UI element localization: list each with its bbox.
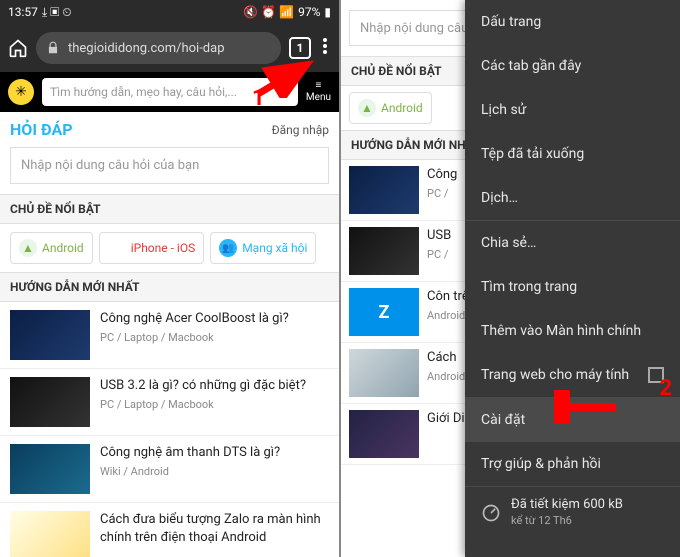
article-item[interactable]: Công nghệ âm thanh DTS là gì?Wiki / Andr… bbox=[0, 436, 339, 503]
site-logo[interactable]: ✳ bbox=[8, 79, 34, 105]
chip-iphone[interactable]: iPhone - iOS bbox=[99, 232, 205, 264]
chrome-overflow-menu: Dấu trang Các tab gần đây Lịch sử Tệp đã… bbox=[465, 0, 680, 557]
article-thumb bbox=[10, 310, 90, 360]
menu-help-feedback[interactable]: Trợ giúp & phản hồi bbox=[465, 442, 680, 486]
article-item[interactable]: Công nghệ Acer CoolBoost là gì?PC / Lapt… bbox=[0, 302, 339, 369]
page-header: HỎI ĐÁP Đăng nhập bbox=[0, 112, 339, 143]
phone-left: 13:57 ⤓ ▣ ⏲ 🔇 ⏰ 📶 97% ▮ thegioididong.co… bbox=[0, 0, 339, 557]
ask-question-input[interactable]: Nhập nội dung câu hỏi của bạn bbox=[10, 147, 329, 184]
page-title: HỎI ĐÁP bbox=[10, 120, 73, 139]
menu-downloads[interactable]: Tệp đã tải xuống bbox=[465, 132, 680, 176]
menu-translate[interactable]: Dịch… bbox=[465, 176, 680, 220]
menu-desktop-site[interactable]: Trang web cho máy tính bbox=[465, 353, 680, 397]
mute-icon: 🔇 ⏰ 📶 bbox=[243, 5, 294, 19]
site-header: ✳ Tìm hướng dẫn, mẹo hay, câu hỏi,... ≡M… bbox=[0, 72, 339, 112]
menu-bookmarks[interactable]: Dấu trang bbox=[465, 0, 680, 44]
section-latest-header: HƯỚNG DẪN MỚI NHẤT bbox=[0, 272, 339, 302]
section-topics-header: CHỦ ĐỀ NỔI BẬT bbox=[0, 194, 339, 224]
notif-icon: ⤓ ▣ ⏲ bbox=[42, 5, 72, 20]
tab-switcher[interactable]: 1 bbox=[289, 37, 311, 59]
menu-history[interactable]: Lịch sử bbox=[465, 88, 680, 132]
menu-data-saver[interactable]: Đã tiết kiệm 600 kB kể từ 12 Th6 bbox=[465, 487, 680, 538]
battery-icon: ▮ bbox=[324, 5, 331, 19]
gauge-icon bbox=[481, 503, 501, 523]
chip-android[interactable]: ▲Android bbox=[10, 232, 93, 264]
status-time: 13:57 bbox=[8, 5, 38, 19]
battery-text: 97% bbox=[298, 5, 320, 19]
article-thumb bbox=[10, 444, 90, 494]
hamburger-menu[interactable]: ≡Menu bbox=[306, 80, 331, 104]
article-item[interactable]: Cách đưa biểu tượng Zalo ra màn hình chí… bbox=[0, 503, 339, 557]
login-link[interactable]: Đăng nhập bbox=[272, 123, 329, 137]
menu-add-homescreen[interactable]: Thêm vào Màn hình chính bbox=[465, 309, 680, 353]
callout-2: 2 bbox=[659, 376, 672, 401]
chip-social[interactable]: 👥Mạng xã hội bbox=[210, 232, 316, 264]
article-thumb bbox=[10, 511, 90, 557]
more-menu-button[interactable] bbox=[319, 34, 331, 62]
menu-find-in-page[interactable]: Tìm trong trang bbox=[465, 265, 680, 309]
article-thumb bbox=[10, 377, 90, 427]
topic-chips: ▲Android iPhone - iOS 👥Mạng xã hội bbox=[0, 224, 339, 272]
menu-settings[interactable]: Cài đặt bbox=[465, 398, 680, 442]
chip-android-r[interactable]: ▲Android bbox=[349, 92, 432, 124]
home-icon[interactable] bbox=[8, 38, 28, 58]
url-bar[interactable]: thegioididong.com/hoi-dap bbox=[36, 32, 281, 64]
callout-1: 1 bbox=[252, 86, 265, 111]
browser-toolbar: thegioididong.com/hoi-dap 1 bbox=[0, 24, 339, 72]
status-bar: 13:57 ⤓ ▣ ⏲ 🔇 ⏰ 📶 97% ▮ bbox=[0, 0, 339, 24]
lock-icon bbox=[46, 41, 60, 55]
menu-share[interactable]: Chia sẻ… bbox=[465, 221, 680, 265]
article-item[interactable]: USB 3.2 là gì? có những gì đặc biệt?PC /… bbox=[0, 369, 339, 436]
menu-recent-tabs[interactable]: Các tab gần đây bbox=[465, 44, 680, 88]
phone-right: Nhập nội dung câu CHỦ ĐỀ NỔI BẬT ▲Androi… bbox=[341, 0, 680, 557]
url-text: thegioididong.com/hoi-dap bbox=[68, 41, 225, 56]
